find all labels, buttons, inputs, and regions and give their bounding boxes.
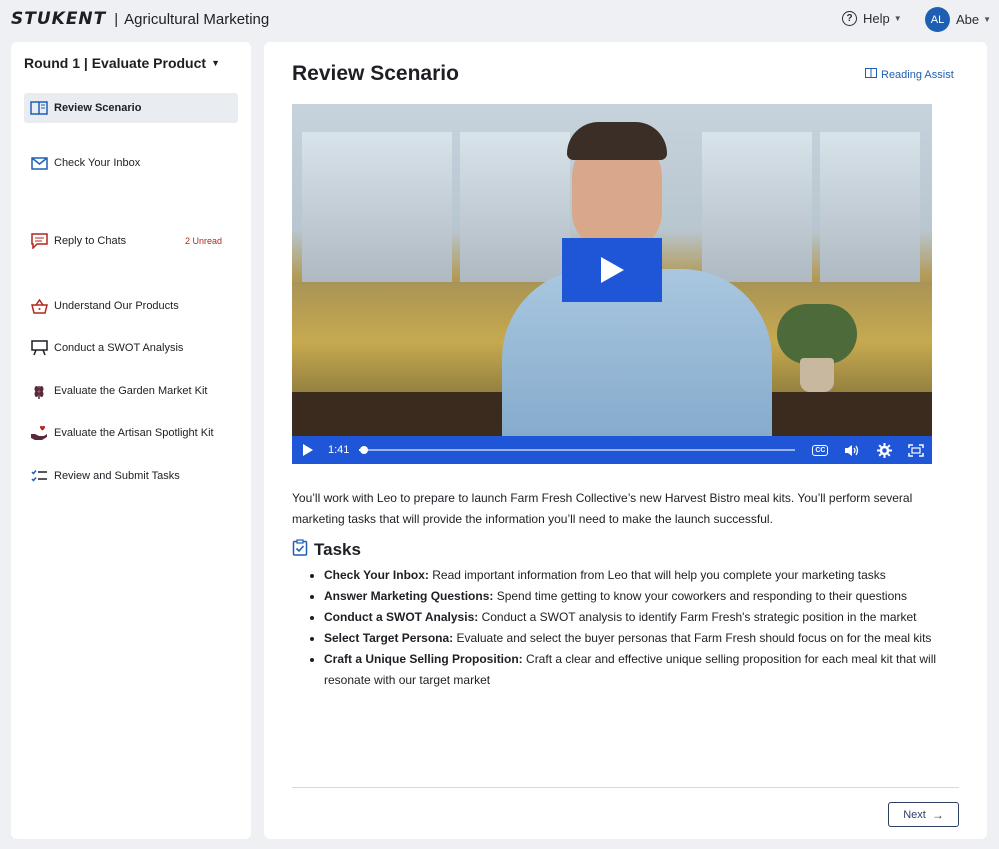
- sidebar-item-reply-chats[interactable]: Reply to Chats 2 Unread: [24, 226, 238, 256]
- play-icon: [601, 257, 624, 283]
- top-bar: STUKENT | Agricultural Marketing ? Help …: [0, 0, 999, 40]
- presenter-hair: [567, 122, 667, 160]
- sidebar-item-label: Reply to Chats: [54, 235, 127, 247]
- arrow-right-icon: →: [931, 807, 944, 822]
- sidebar-item-review-submit[interactable]: Review and Submit Tasks: [24, 461, 238, 491]
- task-item: Conduct a SWOT Analysis: Conduct a SWOT …: [324, 607, 960, 628]
- video-player[interactable]: 1:41 CC: [292, 104, 932, 464]
- book-icon: [30, 100, 48, 116]
- volume-icon[interactable]: [841, 441, 863, 459]
- task-title: Select Target Persona:: [324, 631, 454, 645]
- task-list: Check Your Inbox: Read important informa…: [310, 565, 960, 691]
- sidebar-item-label: Conduct a SWOT Analysis: [54, 342, 184, 354]
- task-item: Craft a Unique Selling Proposition: Craf…: [324, 649, 960, 691]
- task-item: Check Your Inbox: Read important informa…: [324, 565, 960, 586]
- book-icon: [865, 68, 877, 81]
- sidebar-item-check-inbox[interactable]: Check Your Inbox: [24, 148, 238, 178]
- captions-icon[interactable]: CC: [809, 441, 831, 459]
- chevron-down-icon: ▼: [893, 14, 902, 23]
- brand-separator: |: [114, 10, 119, 28]
- app-title: Agricultural Marketing: [124, 10, 270, 28]
- stukent-logo[interactable]: STUKENT: [11, 9, 106, 29]
- user-name: Abe: [956, 12, 980, 27]
- sidebar-item-label: Evaluate the Artisan Spotlight Kit: [54, 427, 214, 439]
- tasks-title: Tasks: [314, 540, 361, 559]
- brand: STUKENT | Agricultural Marketing: [11, 9, 269, 29]
- round-selector[interactable]: Round 1 | Evaluate Product ▼: [24, 55, 220, 71]
- sidebar: Round 1 | Evaluate Product ▼ Review Scen…: [11, 42, 251, 839]
- sidebar-item-label: Understand Our Products: [54, 300, 179, 312]
- task-text: Spend time getting to know your coworker…: [493, 589, 907, 603]
- basket-icon: [30, 298, 48, 314]
- plant-pot: [800, 358, 834, 392]
- page-title: Review Scenario: [292, 62, 459, 85]
- help-label: Help: [863, 11, 890, 26]
- video-time: 1:41: [328, 444, 350, 456]
- main-panel: Review Scenario Reading Assist 1:41 CC Y…: [264, 42, 987, 839]
- task-text: Conduct a SWOT analysis to identify Farm…: [478, 610, 917, 624]
- help-icon: ?: [842, 11, 857, 26]
- sidebar-item-artisan-spotlight-kit[interactable]: Evaluate the Artisan Spotlight Kit: [24, 418, 238, 448]
- help-menu[interactable]: ? Help ▼: [842, 11, 902, 26]
- window-pane: [702, 132, 812, 282]
- task-title: Craft a Unique Selling Proposition:: [324, 652, 523, 666]
- tasks-heading: Tasks: [292, 539, 361, 561]
- chevron-down-icon: ▼: [211, 58, 220, 68]
- wheat-icon: [30, 383, 48, 399]
- fullscreen-icon[interactable]: [905, 441, 927, 459]
- chat-icon: [30, 233, 48, 249]
- sidebar-item-label: Review and Submit Tasks: [54, 470, 180, 482]
- plant: [777, 304, 857, 364]
- sidebar-item-review-scenario[interactable]: Review Scenario: [24, 93, 238, 123]
- round-title: Round 1 | Evaluate Product: [24, 55, 207, 71]
- task-title: Conduct a SWOT Analysis:: [324, 610, 479, 624]
- task-item: Answer Marketing Questions: Spend time g…: [324, 586, 960, 607]
- avatar: AL: [925, 7, 950, 32]
- video-controls: 1:41 CC: [292, 436, 932, 464]
- play-icon[interactable]: [302, 443, 316, 457]
- task-item: Select Target Persona: Evaluate and sele…: [324, 628, 960, 649]
- clipboard-check-icon: [292, 539, 308, 561]
- task-title: Check Your Inbox:: [324, 568, 429, 582]
- reading-assist-label: Reading Assist: [881, 68, 954, 81]
- task-text: Read important information from Leo that…: [428, 568, 886, 582]
- sidebar-item-label: Check Your Inbox: [54, 157, 141, 169]
- user-menu[interactable]: AL Abe ▼: [925, 7, 991, 32]
- progress-handle[interactable]: [359, 446, 368, 454]
- chevron-down-icon: ▼: [983, 15, 992, 24]
- sidebar-item-label: Evaluate the Garden Market Kit: [54, 385, 208, 397]
- task-title: Answer Marketing Questions:: [324, 589, 494, 603]
- mail-icon: [30, 155, 48, 171]
- unread-badge: 2 Unread: [184, 236, 222, 246]
- divider: [292, 787, 959, 788]
- next-button[interactable]: Next →: [888, 802, 959, 827]
- sidebar-item-label: Review Scenario: [54, 102, 142, 114]
- intro-paragraph: You’ll work with Leo to prepare to launc…: [292, 491, 913, 526]
- sidebar-item-garden-market-kit[interactable]: Evaluate the Garden Market Kit: [24, 376, 238, 406]
- window-pane: [302, 132, 452, 282]
- task-text: Evaluate and select the buyer personas t…: [453, 631, 932, 645]
- next-label: Next: [903, 808, 926, 821]
- presentation-icon: [30, 340, 48, 356]
- sidebar-item-swot[interactable]: Conduct a SWOT Analysis: [24, 333, 238, 363]
- reading-assist-button[interactable]: Reading Assist: [865, 68, 954, 81]
- settings-gear-icon[interactable]: [873, 441, 895, 459]
- window-pane: [460, 132, 570, 282]
- sidebar-item-understand-products[interactable]: Understand Our Products: [24, 291, 238, 321]
- progress-bar[interactable]: [359, 446, 796, 454]
- checklist-icon: [30, 468, 48, 484]
- play-button[interactable]: [562, 238, 662, 302]
- hand-heart-icon: [30, 425, 48, 441]
- window-pane: [820, 132, 920, 282]
